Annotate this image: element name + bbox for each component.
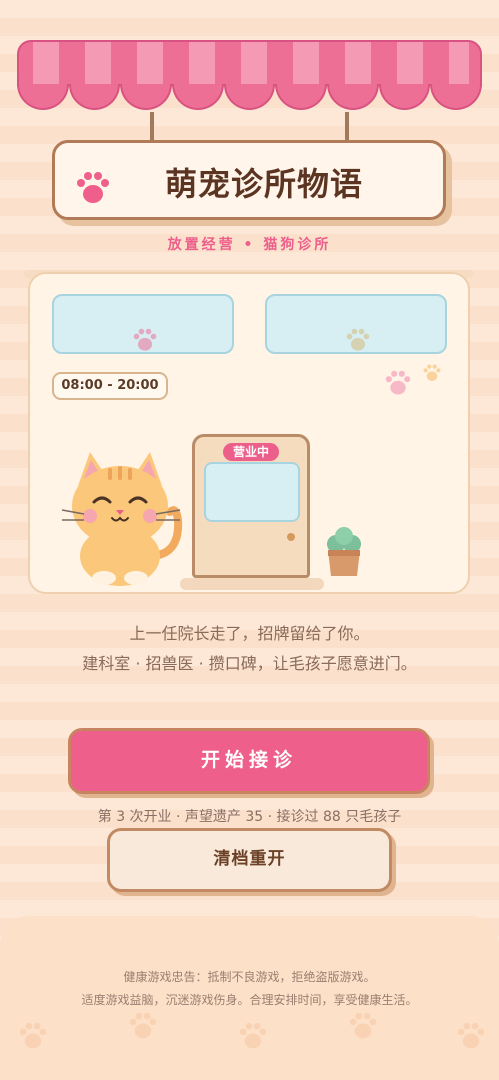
shop-awning [17,40,483,112]
sign-pole-left [150,112,154,142]
open-status-sign: 营业中 [223,443,279,461]
story-text-line-1: 上一任院长走了，招牌留给了你。 [129,624,370,643]
business-hours: 08:00 - 20:00 [52,372,168,400]
paw-icon [457,1022,485,1049]
game-subtitle: 放置经营 • 猫狗诊所 [167,237,332,253]
health-advisory-line-1: 健康游戏忠告：抵制不良游戏，拒绝盗版游戏。 [123,970,376,984]
sign-pole-right [345,112,349,142]
start-game-button[interactable]: 开始接诊 [68,728,430,794]
title-sign: 萌宠诊所物语 [52,140,446,220]
paw-icon [133,328,157,351]
clinic-window-left [52,294,234,354]
save-stats: 第 3 次开业 · 声望遗产 35 · 接诊过 88 只毛孩子 [97,809,402,825]
paw-icon [19,1022,47,1049]
potted-plant-icon [327,527,361,576]
clinic-door: 营业中 [192,434,310,578]
story-text-line-2: 建科室 · 招兽医 · 攒口碑，让毛孩子愿意进门。 [82,654,417,673]
paw-icon [75,171,111,209]
paw-icon [349,1012,377,1039]
health-advisory-line-2: 适度游戏益脑，沉迷游戏伤身。合理安排时间，享受健康生活。 [81,993,418,1007]
paw-icon [423,364,441,381]
door-window [204,462,300,522]
door-knob [287,533,295,541]
clinic-scene: 08:00 - 20:00 营业中 [28,272,470,594]
game-title: 萌宠诊所物语 [165,165,364,203]
paw-icon [239,1022,267,1049]
cat-mascot-icon [61,452,183,586]
reset-save-button[interactable]: 清档重开 [107,828,392,892]
clinic-window-right [265,294,447,354]
door-mat [180,578,324,590]
paw-icon [346,328,370,351]
paw-icon [385,370,411,395]
paw-icon [129,1012,157,1039]
